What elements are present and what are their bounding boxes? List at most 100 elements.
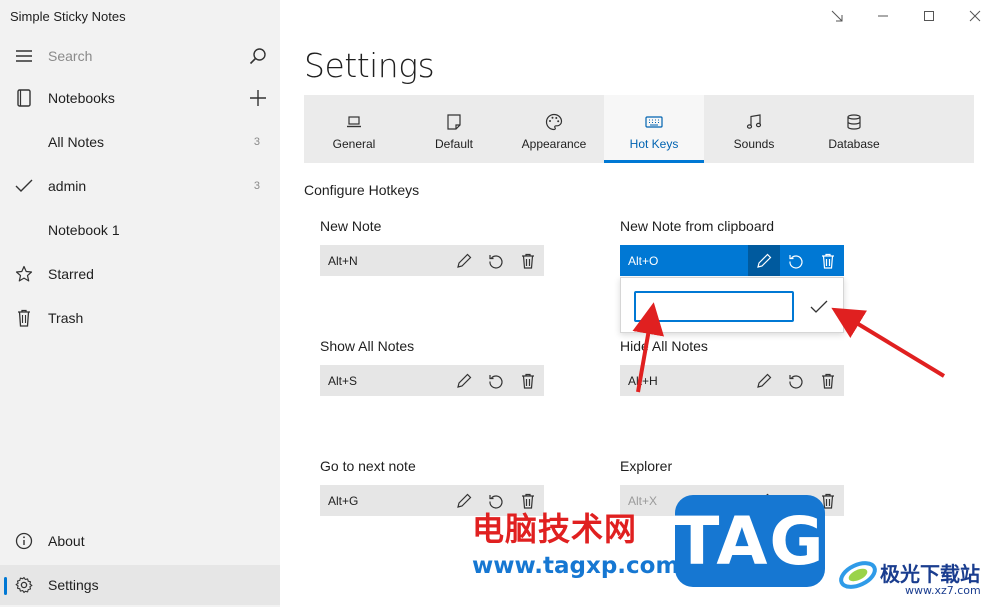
sidebar-item-all-notes[interactable]: All Notes 3 <box>0 122 280 162</box>
trash-icon <box>822 373 834 389</box>
sidebar-item-notebook-1[interactable]: Notebook 1 <box>0 210 280 250</box>
section-title: Configure Hotkeys <box>304 182 420 198</box>
hotkey-field-hide-all-notes[interactable]: Alt+H <box>620 365 844 396</box>
trash-icon <box>14 308 34 328</box>
keyboard-icon <box>645 113 663 131</box>
delete-button[interactable] <box>812 245 844 276</box>
selection-indicator <box>4 577 7 595</box>
reset-icon <box>789 374 803 389</box>
tab-label: Default <box>434 137 474 151</box>
sidebar-item-label: admin <box>48 178 87 194</box>
edit-button[interactable] <box>748 365 780 396</box>
active-tab-indicator <box>604 160 704 163</box>
sidebar-item-starred[interactable]: Starred <box>0 254 280 294</box>
trash-icon <box>522 253 534 269</box>
hotkey-label: Show All Notes <box>320 338 415 354</box>
hotkey-edit-flyout <box>620 277 844 333</box>
sidebar-item-label: Settings <box>48 577 99 593</box>
note-icon <box>445 113 463 131</box>
sidebar-item-label: Notebooks <box>48 90 115 106</box>
edit-button[interactable] <box>748 245 780 276</box>
tab-hot-keys[interactable]: Hot Keys <box>604 95 704 163</box>
note-count: 3 <box>253 180 260 192</box>
sidebar-item-label: Starred <box>48 266 94 282</box>
settings-tabs: General Default Appearance Hot Keys Soun… <box>304 95 974 163</box>
close-button[interactable] <box>960 4 990 28</box>
page-title: Settings <box>304 46 435 85</box>
tab-sounds[interactable]: Sounds <box>704 95 804 163</box>
hotkey-value: Alt+G <box>328 493 359 508</box>
aurora-logo-icon <box>839 561 877 589</box>
delete-button[interactable] <box>512 245 544 276</box>
minimize-icon <box>878 15 888 17</box>
reset-button[interactable] <box>480 365 512 396</box>
search-row[interactable]: Search <box>0 36 280 76</box>
confirm-button[interactable] <box>803 291 835 322</box>
tab-general[interactable]: General <box>304 95 404 163</box>
pencil-icon <box>457 493 472 508</box>
reset-button[interactable] <box>780 365 812 396</box>
sidebar: Simple Sticky Notes Search Notebooks All… <box>0 0 280 607</box>
hotkey-value: Alt+S <box>328 373 358 388</box>
hotkey-field-new-note[interactable]: Alt+N <box>320 245 544 276</box>
palette-icon <box>545 113 563 131</box>
pencil-icon <box>457 373 472 388</box>
sidebar-item-about[interactable]: About <box>0 521 280 561</box>
trash-icon <box>822 253 834 269</box>
watermark-tag-text: TAG <box>674 502 826 580</box>
compact-arrow-icon <box>831 10 843 22</box>
search-placeholder[interactable]: Search <box>48 48 92 64</box>
minimize-button[interactable] <box>868 4 898 28</box>
sidebar-item-admin[interactable]: admin 3 <box>0 166 280 206</box>
reset-button[interactable] <box>780 245 812 276</box>
laptop-icon <box>345 113 363 131</box>
hamburger-menu-icon[interactable] <box>14 46 34 66</box>
note-count: 3 <box>253 136 260 148</box>
sidebar-item-label: Notebook 1 <box>48 222 120 238</box>
hotkey-value: Alt+H <box>628 373 658 388</box>
tab-database[interactable]: Database <box>804 95 904 163</box>
sidebar-item-settings[interactable]: Settings <box>0 565 280 605</box>
hotkey-value: Alt+O <box>628 253 659 268</box>
pencil-icon <box>757 373 772 388</box>
sidebar-item-trash[interactable]: Trash <box>0 298 280 338</box>
star-icon <box>14 264 34 284</box>
tab-label: Database <box>828 137 880 151</box>
info-icon <box>14 531 34 551</box>
maximize-icon <box>924 11 934 21</box>
tab-label: Sounds <box>733 137 775 151</box>
reset-button[interactable] <box>480 245 512 276</box>
reset-icon <box>489 254 503 269</box>
tab-default[interactable]: Default <box>404 95 504 163</box>
edit-button[interactable] <box>448 245 480 276</box>
hotkey-field-show-all-notes[interactable]: Alt+S <box>320 365 544 396</box>
check-icon <box>14 176 34 196</box>
tab-label: Appearance <box>521 137 587 151</box>
sidebar-item-label: Trash <box>48 310 84 326</box>
delete-button[interactable] <box>812 365 844 396</box>
hotkey-label: Go to next note <box>320 458 416 474</box>
sidebar-item-label: All Notes <box>48 134 105 150</box>
edit-button[interactable] <box>448 365 480 396</box>
tab-appearance[interactable]: Appearance <box>504 95 604 163</box>
hotkey-field-new-note-from-clipboard[interactable]: Alt+O <box>620 245 844 276</box>
watermark-text: 电脑技术网 <box>472 510 638 548</box>
music-icon <box>745 113 763 131</box>
search-icon[interactable] <box>248 46 268 66</box>
tab-label: General <box>332 137 376 151</box>
delete-button[interactable] <box>512 365 544 396</box>
hotkey-label: Explorer <box>620 458 673 474</box>
watermark-url: www.tagxp.com <box>472 553 680 579</box>
tab-label: Hot Keys <box>629 137 679 151</box>
hotkey-label: Hide All Notes <box>620 338 708 354</box>
database-icon <box>845 113 863 131</box>
hotkey-input[interactable] <box>634 291 794 322</box>
compact-overlay-button[interactable] <box>822 4 852 28</box>
maximize-button[interactable] <box>914 4 944 28</box>
sidebar-item-notebooks[interactable]: Notebooks <box>0 78 280 118</box>
checkmark-icon <box>810 300 828 313</box>
watermark-site-url: www.xz7.com <box>905 584 981 597</box>
add-notebook-icon[interactable] <box>248 88 268 108</box>
pencil-icon <box>757 253 772 268</box>
arrow-to-confirm <box>831 307 946 378</box>
